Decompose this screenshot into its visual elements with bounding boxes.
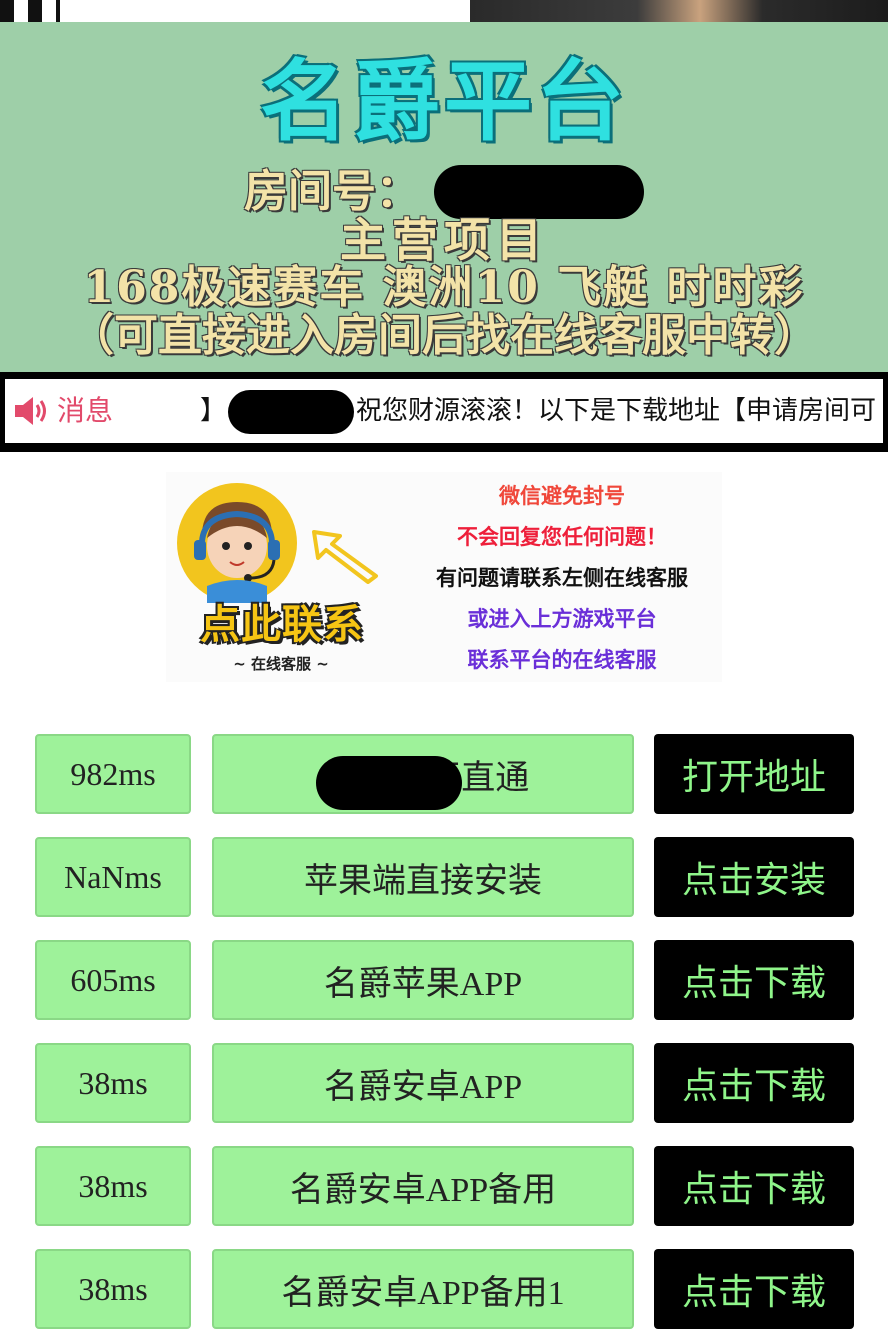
ad-line: 有问题请联系左侧在线客服 xyxy=(436,566,688,590)
platform-title: 名爵平台 xyxy=(259,50,628,153)
download-button[interactable]: 点击下载 xyxy=(654,940,854,1020)
online-support-caption: ~ 在线客服 ~ xyxy=(233,655,329,673)
header-photo xyxy=(470,0,888,22)
link-name[interactable]: 名爵安卓APP备用1 xyxy=(212,1249,634,1329)
latency-label: NaNms xyxy=(35,837,191,917)
latency-label: 982ms xyxy=(35,734,191,814)
link-name[interactable]: 名爵苹果APP xyxy=(212,940,634,1020)
latency-label: 38ms xyxy=(35,1146,191,1226)
link-row: 38ms 名爵安卓APP 点击下载 xyxy=(0,1043,888,1123)
install-button[interactable]: 点击安装 xyxy=(654,837,854,917)
ticker-prefix: 】 xyxy=(200,396,227,426)
room-number-label: 房间号： xyxy=(244,165,420,217)
room-number-line: 房间号： xyxy=(0,162,888,219)
link-name[interactable]: 名爵安卓APP xyxy=(212,1043,634,1123)
redacted-link-name xyxy=(316,756,462,810)
latency-label: 38ms xyxy=(35,1249,191,1329)
link-name[interactable]: 苹果端直接安装 xyxy=(212,837,634,917)
open-address-button[interactable]: 打开地址 xyxy=(654,734,854,814)
latency-label: 38ms xyxy=(35,1043,191,1123)
link-name[interactable]: 名爵 试玩直通 xyxy=(212,734,634,814)
ad-line: 联系平台的在线客服 xyxy=(467,648,657,672)
link-row: 38ms 名爵安卓APP备用1 点击下载 xyxy=(0,1249,888,1329)
download-button[interactable]: 点击下载 xyxy=(654,1043,854,1123)
download-button[interactable]: 点击下载 xyxy=(654,1146,854,1226)
latency-label: 605ms xyxy=(35,940,191,1020)
notice-inner: 消息 】 祝您财源滚滚！以下是下载地址【申请房间可 xyxy=(5,379,883,443)
link-row: 38ms 名爵安卓APP备用 点击下载 xyxy=(0,1146,888,1226)
checkered-decoration xyxy=(0,0,60,22)
link-row: NaNms 苹果端直接安装 点击安装 xyxy=(0,837,888,917)
contact-support-ad[interactable]: 点此联系 ~ 在线客服 ~ 微信避免封号 不会回复您任何问题！ 有问题请联系左侧… xyxy=(166,472,722,682)
notice-label: 消息 xyxy=(57,394,114,427)
games-list: 168极速赛车 澳洲10 飞艇 时时彩 xyxy=(83,262,805,313)
ticker-text: 祝您财源滚滚！以下是下载地址【申请房间可 xyxy=(356,396,877,426)
support-agent-avatar-icon xyxy=(177,483,297,603)
redacted-ticker-text xyxy=(228,389,355,434)
link-row: 605ms 名爵苹果APP 点击下载 xyxy=(0,940,888,1020)
notice-ticker: 】 祝您财源滚滚！以下是下载地址【申请房间可 xyxy=(200,389,876,434)
banner-note: （可直接进入房间后找在线客服中转） xyxy=(70,310,818,361)
link-name[interactable]: 名爵安卓APP备用 xyxy=(212,1146,634,1226)
ad-notice-lines: 微信避免封号 不会回复您任何问题！ 有问题请联系左侧在线客服 或进入上方游戏平台… xyxy=(402,476,722,681)
speaker-icon xyxy=(15,397,46,425)
ad-line: 不会回复您任何问题！ xyxy=(457,525,667,549)
notice-bar: 消息 】 祝您财源滚滚！以下是下载地址【申请房间可 xyxy=(0,372,888,452)
main-projects-heading: 主营项目 xyxy=(340,213,548,267)
ad-line: 微信避免封号 xyxy=(499,484,625,508)
platform-banner[interactable]: 名爵平台 房间号： 主营项目 168极速赛车 澳洲10 飞艇 时时彩 （可直接进… xyxy=(0,22,888,372)
link-row: 982ms 名爵 试玩直通 打开地址 xyxy=(0,734,888,814)
ad-line: 或进入上方游戏平台 xyxy=(467,607,657,631)
pointing-arrow-icon xyxy=(312,530,378,584)
contact-us-title[interactable]: 点此联系 xyxy=(182,602,382,648)
top-photo-strip xyxy=(0,0,888,22)
redacted-room-number xyxy=(434,164,644,219)
download-button[interactable]: 点击下载 xyxy=(654,1249,854,1329)
